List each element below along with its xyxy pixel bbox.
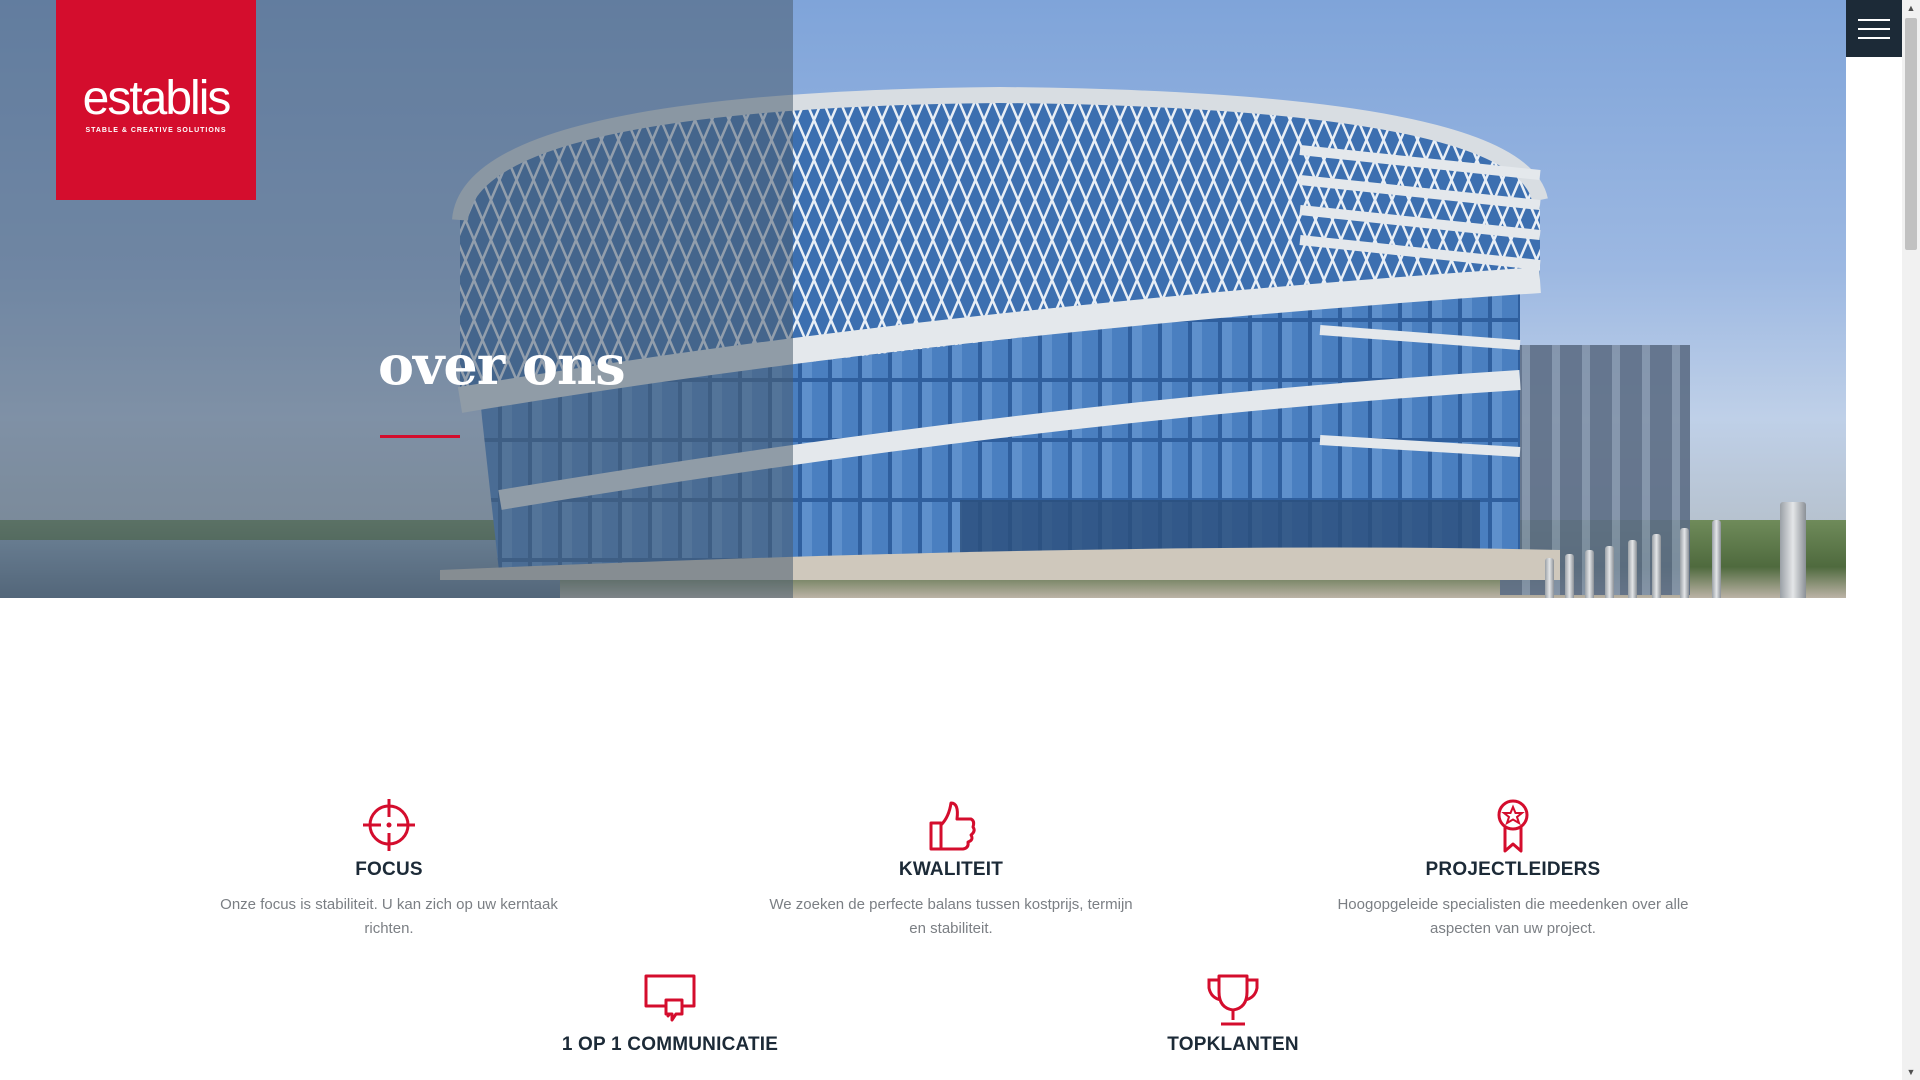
thumbs-up-icon xyxy=(929,801,976,851)
feature-title: TOPKLANTEN xyxy=(1167,1034,1299,1055)
scrollbar-thumb[interactable] xyxy=(1905,18,1917,250)
feature-title: FOCUS xyxy=(355,859,423,880)
feature-text: Onze focus is stabiliteit. U kan zich op… xyxy=(220,896,558,937)
hamburger-icon-line xyxy=(1858,36,1890,39)
hero-banner xyxy=(0,0,1846,598)
menu-button[interactable] xyxy=(1846,0,1902,57)
brand-tagline: STABLE & CREATIVE SOLUTIONS xyxy=(85,126,227,134)
trophy-icon xyxy=(1207,974,1259,1026)
page-scrollbar[interactable]: ▲ ▼ xyxy=(1902,0,1920,1080)
feature-title: 1 OP 1 COMMUNICATIE xyxy=(561,1034,779,1055)
scroll-down-arrow-icon[interactable]: ▼ xyxy=(1902,1064,1920,1080)
feature-communicatie: 1 OP 1 COMMUNICATIE xyxy=(460,972,880,1056)
crosshair-icon xyxy=(363,799,415,851)
award-ribbon-icon xyxy=(1497,799,1529,853)
feature-projectleiders: PROJECTLEIDERS Hoogopgeleide specialiste… xyxy=(1303,797,1723,941)
feature-topklanten: TOPKLANTEN xyxy=(1023,972,1443,1056)
feature-text: We zoeken de perfecte balans tussen kost… xyxy=(769,896,1133,937)
chat-bubbles-icon xyxy=(644,974,696,1022)
page-title: over ons xyxy=(378,333,626,397)
feature-text: Hoogopgeleide specialisten die meedenken… xyxy=(1337,896,1689,937)
brand-logo[interactable]: establis STABLE & CREATIVE SOLUTIONS xyxy=(56,0,256,200)
feature-focus: FOCUS Onze focus is stabiliteit. U kan z… xyxy=(179,797,599,941)
hamburger-icon xyxy=(1858,18,1890,21)
scroll-up-arrow-icon[interactable]: ▲ xyxy=(1902,0,1920,16)
feature-kwaliteit: KWALITEIT We zoeken de perfecte balans t… xyxy=(741,797,1161,941)
hamburger-icon-line xyxy=(1858,27,1890,30)
brand-wordmark: establis xyxy=(82,71,232,125)
feature-title: PROJECTLEIDERS xyxy=(1425,859,1601,880)
title-underline xyxy=(380,435,460,438)
feature-title: KWALITEIT xyxy=(898,859,1004,880)
